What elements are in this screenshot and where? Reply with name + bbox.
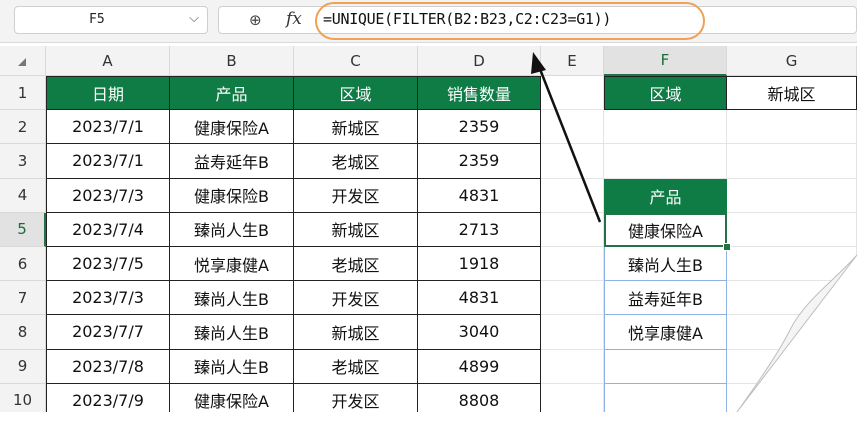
arrow-line (536, 63, 602, 223)
annotation-arrow (531, 52, 602, 223)
spreadsheet-window: F5 ⌵ ⊕ fx =UNIQUE(FILTER(B2:B23,C2:C23=G… (0, 0, 867, 428)
sheet-body: F5 ⌵ ⊕ fx =UNIQUE(FILTER(B2:B23,C2:C23=G… (0, 0, 857, 412)
arrow-head (531, 52, 546, 74)
gridline-horizontal (46, 417, 857, 418)
